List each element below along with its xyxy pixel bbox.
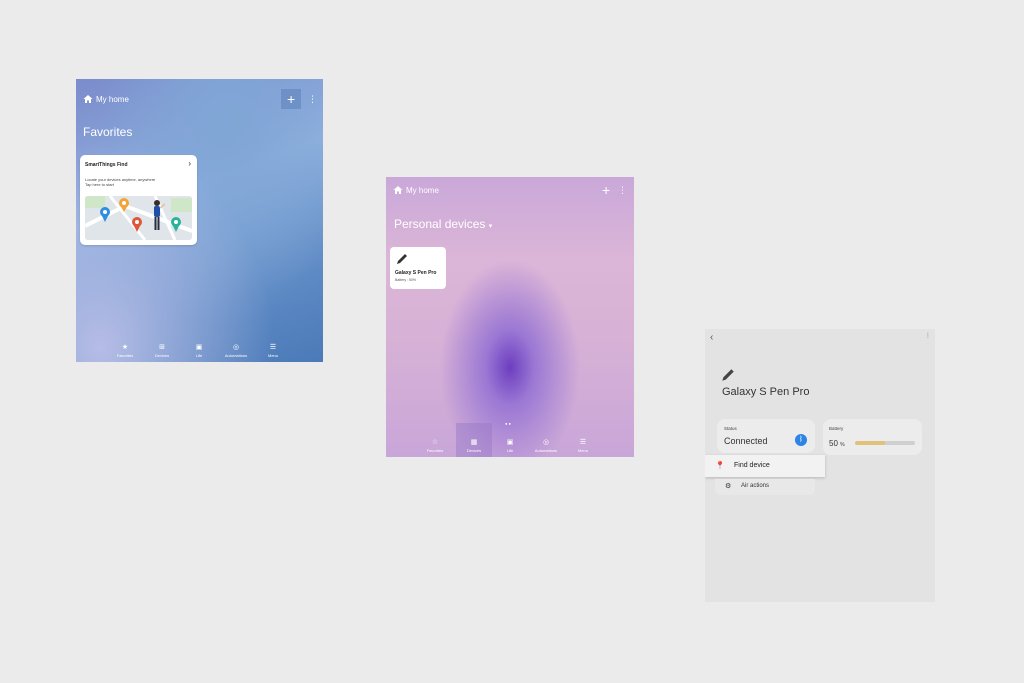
add-button[interactable]: + [287, 92, 295, 106]
map-graphic [85, 196, 192, 240]
nav-label-automations: Automations [534, 448, 558, 453]
more-options-icon[interactable]: ⋮ [618, 186, 627, 195]
nav-devices[interactable]: ▦ Devices [459, 439, 489, 453]
nav-label-menu: Menu [267, 353, 278, 358]
home-icon[interactable] [83, 94, 93, 104]
chevron-right-icon: › [188, 159, 191, 168]
home-title[interactable]: My home [406, 186, 439, 195]
smartthings-favorites-screen: My home + ⋮ Favorites SmartThings Find ›… [76, 79, 323, 362]
battery-value: 50 % [829, 439, 845, 448]
battery-bar-fill [855, 441, 885, 445]
battery-label: Battery [829, 426, 844, 431]
smartthings-devices-screen: My home + ⋮ Personal devices ▾ Galaxy S … [386, 177, 634, 457]
top-bar: My home + ⋮ [76, 79, 323, 117]
battery-bar [855, 441, 915, 445]
nav-automations[interactable]: ◎ Automations [531, 439, 561, 453]
life-icon: ▣ [195, 344, 203, 351]
bottom-navigation: ★ Favorites ⊞ Devices ▣ Life ◎ Automatio… [76, 338, 323, 362]
page-indicator: ● ● [505, 421, 511, 426]
device-battery: Battery : 50% [395, 278, 417, 282]
air-actions-item[interactable]: ⚙ Air actions [715, 479, 815, 495]
pen-icon [397, 254, 407, 264]
pen-icon [722, 369, 734, 381]
nav-favorites[interactable]: ☆ Favorites [420, 439, 450, 453]
menu-icon: ☰ [269, 344, 277, 351]
add-button[interactable]: + [602, 183, 610, 197]
status-label: Status [724, 426, 737, 431]
nav-label-favorites: Favorites [116, 353, 134, 358]
more-options-icon[interactable]: ⋮ [925, 332, 931, 339]
automations-icon: ◎ [232, 344, 240, 351]
status-value: Connected [724, 436, 768, 446]
nav-life[interactable]: ▣ Life [184, 344, 214, 358]
top-bar: My home + ⋮ [386, 177, 634, 215]
gear-icon: ⚙ [725, 483, 732, 490]
life-icon: ▣ [506, 439, 514, 446]
bluetooth-icon: ᛒ [795, 434, 807, 446]
map-illustration [85, 196, 192, 240]
location-pin-icon: 📍 [715, 461, 725, 470]
card-title: SmartThings Find [85, 162, 128, 168]
star-icon: ★ [121, 344, 129, 351]
nav-label-life: Life [506, 448, 514, 453]
devices-icon: ▦ [470, 439, 478, 446]
nav-label-devices: Devices [466, 448, 482, 453]
star-outline-icon: ☆ [431, 439, 439, 446]
status-card: Status Connected ᛒ [717, 419, 815, 453]
page-title[interactable]: Personal devices ▾ [394, 217, 492, 231]
device-title: Galaxy S Pen Pro [722, 386, 810, 398]
nav-life[interactable]: ▣ Life [495, 439, 525, 453]
device-card-s-pen[interactable]: Galaxy S Pen Pro Battery : 50% [390, 247, 446, 289]
smartthings-find-card[interactable]: SmartThings Find › Locate your devices a… [80, 155, 197, 245]
nav-label-automations: Automations [224, 353, 248, 358]
automations-icon: ◎ [542, 439, 550, 446]
nav-menu[interactable]: ☰ Menu [258, 344, 288, 358]
nav-devices[interactable]: ⊞ Devices [147, 344, 177, 358]
battery-number: 50 [829, 439, 838, 448]
more-options-icon[interactable]: ⋮ [308, 95, 317, 104]
page-title: Favorites [83, 125, 133, 139]
battery-unit: % [840, 442, 845, 448]
air-actions-label: Air actions [741, 483, 770, 489]
bottom-navigation: ☆ Favorites ▦ Devices ▣ Life ◎ Automatio… [386, 423, 634, 457]
nav-label-favorites: Favorites [426, 448, 444, 453]
battery-card: Battery 50 % [823, 419, 922, 455]
find-device-button[interactable]: 📍 Find device [705, 455, 825, 477]
s-pen-detail-screen: ‹ ⋮ Galaxy S Pen Pro Status Connected ᛒ … [705, 329, 935, 602]
nav-favorites[interactable]: ★ Favorites [110, 344, 140, 358]
menu-icon: ☰ [579, 439, 587, 446]
home-title[interactable]: My home [96, 95, 129, 104]
devices-icon: ⊞ [159, 344, 165, 351]
find-device-label: Find device [734, 462, 770, 469]
device-name: Galaxy S Pen Pro [395, 270, 437, 276]
nav-label-devices: Devices [154, 353, 170, 358]
page-title-text: Personal devices [394, 217, 486, 231]
home-icon[interactable] [393, 185, 403, 195]
nav-automations[interactable]: ◎ Automations [221, 344, 251, 358]
back-icon[interactable]: ‹ [710, 332, 713, 343]
card-line-2: Tap here to start [85, 182, 114, 187]
nav-menu[interactable]: ☰ Menu [568, 439, 598, 453]
nav-label-life: Life [195, 353, 203, 358]
card-description: Locate your devices anytime, anywhere Ta… [85, 177, 155, 187]
nav-label-menu: Menu [577, 448, 588, 453]
dropdown-icon: ▾ [488, 223, 493, 230]
